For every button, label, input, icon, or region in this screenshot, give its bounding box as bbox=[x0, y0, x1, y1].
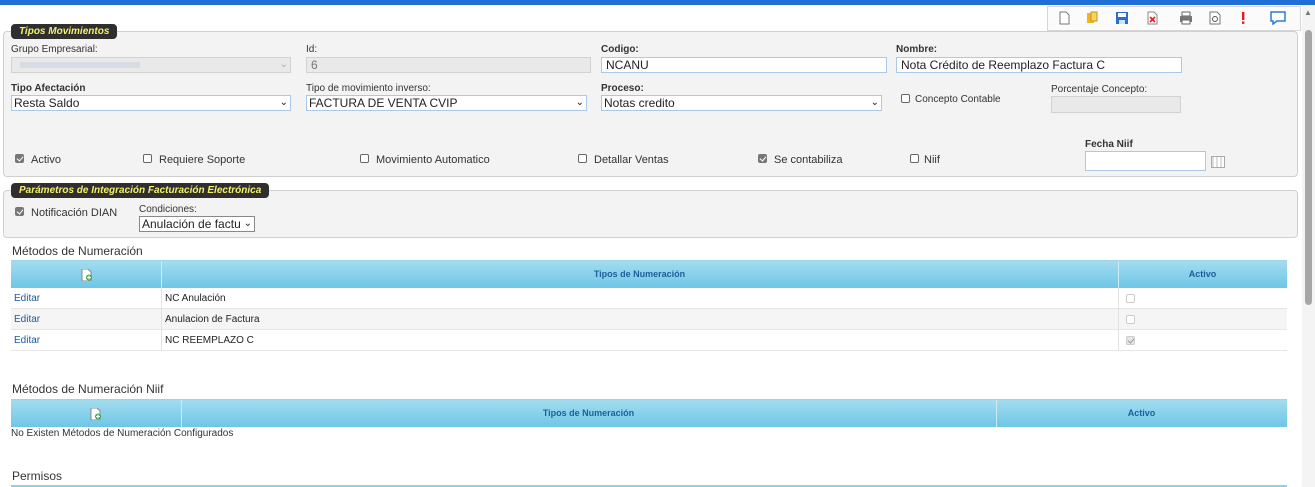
detallar-ventas-checkbox[interactable] bbox=[578, 154, 587, 163]
concepto-contable-checkbox[interactable] bbox=[901, 94, 910, 103]
se-contabiliza-checkbox[interactable] bbox=[758, 154, 767, 163]
requiere-soporte-checkbox[interactable] bbox=[143, 154, 152, 163]
id-field[interactable]: 6 bbox=[306, 57, 591, 73]
table-row: Editar Anulacion de Factura bbox=[11, 309, 1287, 330]
integracion-legend: Parámetros de Integración Facturación El… bbox=[11, 183, 270, 198]
porcentaje-concepto-field[interactable] bbox=[1051, 96, 1181, 113]
activo-checkbox[interactable] bbox=[15, 154, 24, 163]
nombre-label: Nombre: bbox=[896, 44, 938, 55]
chevron-down-icon: ⌄ bbox=[575, 97, 584, 108]
codigo-field[interactable]: NCANU bbox=[601, 57, 887, 73]
tipo-afectacion-value: Resta Saldo bbox=[14, 96, 80, 110]
top-accent-bar bbox=[0, 0, 1315, 5]
grupo-empresarial-select[interactable]: ⌄ bbox=[11, 57, 291, 73]
tipo-numeracion-cell: NC REEMPLAZO C bbox=[165, 335, 254, 346]
redacted-value bbox=[20, 62, 140, 68]
cell-separator bbox=[1118, 309, 1119, 330]
chevron-down-icon: ⌄ bbox=[279, 59, 288, 70]
permisos-title: Permisos bbox=[12, 469, 63, 483]
empty-message: No Existen Métodos de Numeración Configu… bbox=[11, 428, 234, 439]
fecha-niif-field[interactable] bbox=[1085, 151, 1206, 171]
delete-icon[interactable] bbox=[1145, 11, 1159, 25]
tipo-mov-inverso-value: FACTURA DE VENTA CVIP bbox=[309, 96, 458, 110]
edit-link[interactable]: Editar bbox=[14, 330, 40, 351]
tipo-afectacion-label: Tipo Afectación bbox=[11, 83, 86, 94]
proceso-value: Notas credito bbox=[604, 96, 675, 110]
new-document-icon[interactable] bbox=[1057, 11, 1071, 25]
preview-icon[interactable] bbox=[1208, 11, 1222, 25]
proceso-select[interactable]: Notas credito ⌄ bbox=[601, 95, 882, 111]
edit-link[interactable]: Editar bbox=[14, 288, 40, 309]
activo-row-checkbox bbox=[1126, 336, 1135, 345]
codigo-label: Codigo: bbox=[601, 44, 639, 55]
chevron-down-icon: ⌄ bbox=[243, 218, 252, 229]
porcentaje-concepto-label: Porcentaje Concepto: bbox=[1051, 84, 1148, 95]
toolbar bbox=[1047, 6, 1301, 31]
table-row: Editar NC Anulación bbox=[11, 288, 1287, 309]
tipo-numeracion-cell: NC Anulación bbox=[165, 293, 226, 304]
niif-label: Niif bbox=[924, 154, 940, 166]
detallar-ventas-label: Detallar Ventas bbox=[594, 154, 669, 166]
grupo-empresarial-label: Grupo Empresarial: bbox=[11, 44, 98, 55]
chevron-down-icon: ⌄ bbox=[870, 97, 879, 108]
notificacion-dian-checkbox[interactable] bbox=[15, 207, 24, 216]
condiciones-select[interactable]: Anulación de factu ⌄ bbox=[139, 216, 255, 232]
add-record-icon[interactable] bbox=[90, 408, 102, 420]
metodos-numeracion-niif-title: Métodos de Numeración Niif bbox=[12, 382, 164, 396]
cell-separator bbox=[161, 330, 162, 351]
movimiento-automatico-checkbox[interactable] bbox=[360, 154, 369, 163]
alert-icon[interactable] bbox=[1236, 11, 1250, 25]
column-activo[interactable]: Activo bbox=[1118, 261, 1287, 288]
tipo-mov-inverso-label: Tipo de movimiento inverso: bbox=[306, 83, 431, 94]
condiciones-value: Anulación de factu bbox=[142, 217, 241, 231]
copy-icon[interactable] bbox=[1085, 11, 1099, 25]
condiciones-label: Condiciones: bbox=[139, 204, 197, 215]
proceso-label: Proceso: bbox=[601, 83, 644, 94]
movimiento-automatico-label: Movimiento Automatico bbox=[376, 154, 490, 166]
add-record-icon[interactable] bbox=[81, 269, 93, 281]
se-contabiliza-label: Se contabiliza bbox=[774, 154, 843, 166]
cell-separator bbox=[1118, 288, 1119, 309]
id-label: Id: bbox=[306, 44, 318, 55]
notificacion-dian-label: Notificación DIAN bbox=[31, 207, 118, 219]
activo-label: Activo bbox=[31, 154, 61, 166]
activo-row-checkbox bbox=[1126, 294, 1135, 303]
concepto-contable-label: Concepto Contable bbox=[915, 94, 1001, 105]
calendar-icon[interactable] bbox=[1211, 156, 1225, 168]
niif-checkbox[interactable] bbox=[910, 154, 919, 163]
tipo-numeracion-cell: Anulacion de Factura bbox=[165, 314, 260, 325]
tipo-afectacion-select[interactable]: Resta Saldo ⌄ bbox=[11, 95, 291, 111]
metodos-numeracion-niif-header: Tipos de Numeración Activo bbox=[11, 399, 1287, 427]
tipos-movimientos-legend: Tipos Movimientos bbox=[11, 24, 118, 39]
scrollbar-thumb[interactable] bbox=[1305, 30, 1312, 305]
cell-separator bbox=[1118, 330, 1119, 351]
print-icon[interactable] bbox=[1179, 11, 1193, 25]
edit-link[interactable]: Editar bbox=[14, 309, 40, 330]
metodos-numeracion-header: Tipos de Numeración Activo bbox=[11, 260, 1287, 288]
column-tipos-numeracion[interactable]: Tipos de Numeración bbox=[181, 400, 996, 427]
activo-row-checkbox bbox=[1126, 315, 1135, 324]
help-chat-icon[interactable] bbox=[1270, 11, 1286, 25]
requiere-soporte-label: Requiere Soporte bbox=[159, 154, 246, 166]
nombre-field[interactable]: Nota Crédito de Reemplazo Factura C bbox=[896, 57, 1182, 73]
scroll-up-arrow-icon[interactable]: ▲ bbox=[1304, 8, 1312, 17]
cell-separator bbox=[161, 309, 162, 330]
column-tipos-numeracion[interactable]: Tipos de Numeración bbox=[161, 261, 1118, 288]
cell-separator bbox=[161, 288, 162, 309]
table-row: Editar NC REEMPLAZO C bbox=[11, 330, 1287, 351]
fecha-niif-label: Fecha Niif bbox=[1085, 139, 1133, 150]
column-activo[interactable]: Activo bbox=[996, 400, 1287, 427]
metodos-numeracion-title: Métodos de Numeración bbox=[12, 244, 143, 258]
save-icon[interactable] bbox=[1115, 11, 1129, 25]
chevron-down-icon: ⌄ bbox=[279, 97, 288, 108]
tipo-mov-inverso-select[interactable]: FACTURA DE VENTA CVIP ⌄ bbox=[306, 95, 587, 111]
